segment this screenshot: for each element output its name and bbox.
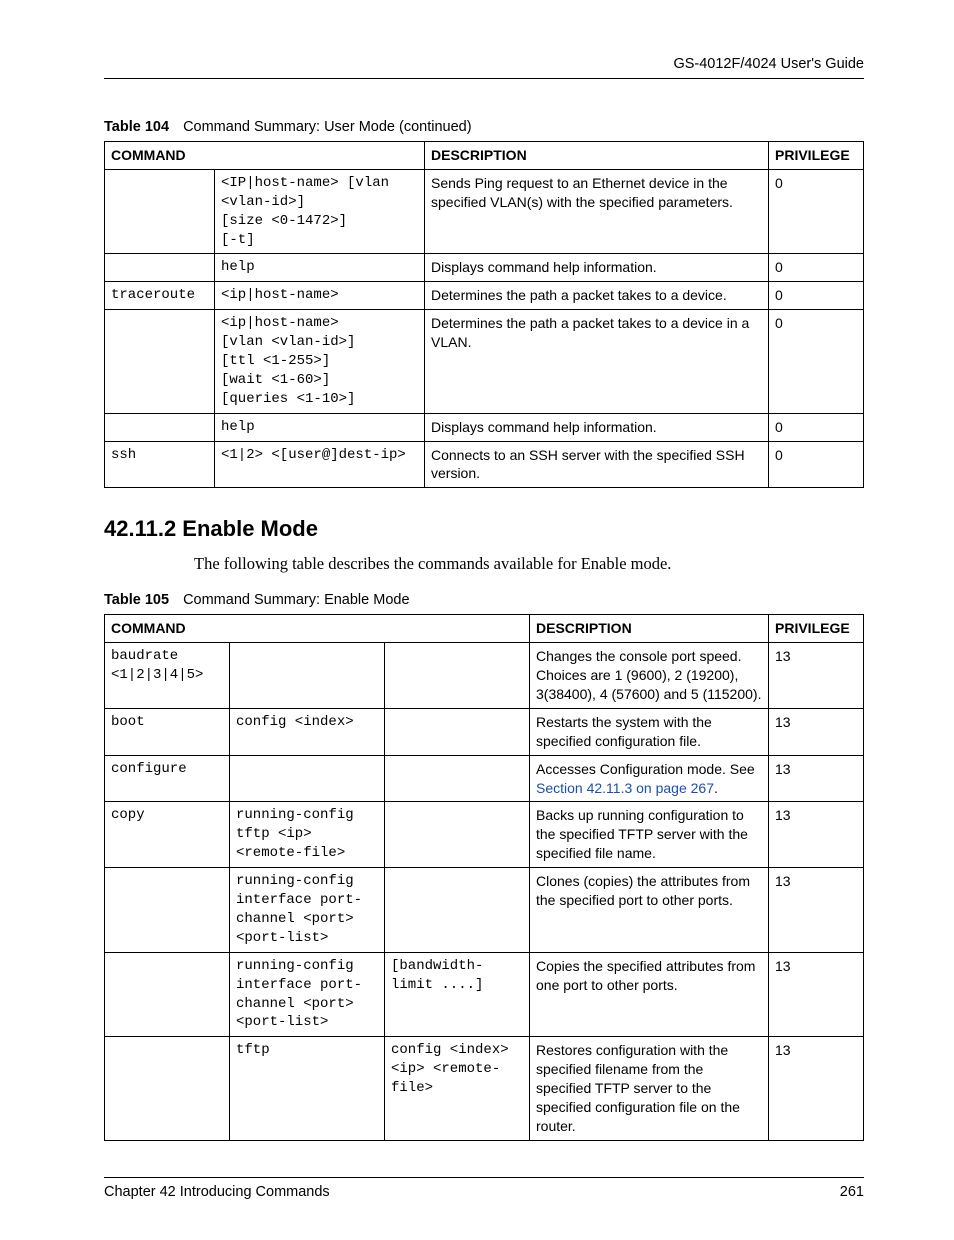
table104-label: Table 104 — [104, 119, 169, 135]
cmd-col2 — [230, 755, 385, 802]
cmd-col1: ssh — [105, 441, 215, 488]
cmd-col1 — [105, 868, 230, 953]
table-row: <ip|host-name> [vlan <vlan-id>] [ttl <1-… — [105, 310, 864, 413]
cmd-col1 — [105, 413, 215, 441]
table104-header-command: COMMAND — [105, 142, 425, 170]
footer: Chapter 42 Introducing Commands 261 — [104, 1177, 864, 1200]
cmd-desc: Determines the path a packet takes to a … — [425, 310, 769, 413]
table-row: baudrate <1|2|3|4|5> Changes the console… — [105, 643, 864, 709]
cmd-desc: Displays command help information. — [425, 413, 769, 441]
cmd-col3 — [385, 868, 530, 953]
cmd-desc: Displays command help information. — [425, 254, 769, 282]
cmd-col1: traceroute — [105, 282, 215, 310]
cmd-col1 — [105, 254, 215, 282]
cmd-priv: 13 — [769, 868, 864, 953]
cmd-col3 — [385, 708, 530, 755]
section-heading: 42.11.2 Enable Mode — [104, 516, 864, 542]
table104-caption: Table 104 Command Summary: User Mode (co… — [104, 119, 864, 135]
cmd-col2: running-config interface port-channel <p… — [230, 952, 385, 1037]
table-row: help Displays command help information. … — [105, 413, 864, 441]
cmd-priv: 13 — [769, 802, 864, 868]
table-row: boot config <index> Restarts the system … — [105, 708, 864, 755]
table-row: configure Accesses Configuration mode. S… — [105, 755, 864, 802]
cmd-col2: help — [215, 254, 425, 282]
cmd-desc: Backs up running configuration to the sp… — [530, 802, 769, 868]
table-row: running-config interface port-channel <p… — [105, 868, 864, 953]
cmd-priv: 13 — [769, 708, 864, 755]
cmd-col3 — [385, 755, 530, 802]
cmd-desc: Sends Ping request to an Ethernet device… — [425, 169, 769, 254]
cmd-col1: boot — [105, 708, 230, 755]
cmd-col2: help — [215, 413, 425, 441]
cmd-col1: baudrate <1|2|3|4|5> — [105, 643, 230, 709]
table105-caption: Table 105 Command Summary: Enable Mode — [104, 592, 864, 608]
cmd-col2: <1|2> <[user@]dest-ip> — [215, 441, 425, 488]
cmd-col2: <ip|host-name> — [215, 282, 425, 310]
cmd-desc: Determines the path a packet takes to a … — [425, 282, 769, 310]
cmd-priv: 0 — [769, 413, 864, 441]
table105-caption-text: Command Summary: Enable Mode — [183, 592, 409, 608]
table-row: help Displays command help information. … — [105, 254, 864, 282]
footer-chapter: Chapter 42 Introducing Commands — [104, 1184, 330, 1200]
cmd-desc: Restarts the system with the specified c… — [530, 708, 769, 755]
cmd-desc: Connects to an SSH server with the speci… — [425, 441, 769, 488]
table-row: <IP|host-name> [vlan <vlan-id>] [size <0… — [105, 169, 864, 254]
cmd-priv: 0 — [769, 441, 864, 488]
cmd-col2: running-config tftp <ip> <remote-file> — [230, 802, 385, 868]
table-row: copy running-config tftp <ip> <remote-fi… — [105, 802, 864, 868]
cmd-col2: <IP|host-name> [vlan <vlan-id>] [size <0… — [215, 169, 425, 254]
cmd-priv: 0 — [769, 282, 864, 310]
cmd-col1 — [105, 169, 215, 254]
cmd-col1: copy — [105, 802, 230, 868]
cmd-col3 — [385, 802, 530, 868]
cmd-col1 — [105, 952, 230, 1037]
table105-header-description: DESCRIPTION — [530, 615, 769, 643]
table-row: running-config interface port-channel <p… — [105, 952, 864, 1037]
table104-caption-text: Command Summary: User Mode (continued) — [183, 119, 472, 135]
table105-label: Table 105 — [104, 592, 169, 608]
header-rule — [104, 78, 864, 79]
table104-header-privilege: PRIVILEGE — [769, 142, 864, 170]
cross-ref-link[interactable]: Section 42.11.3 on page 267 — [536, 780, 714, 796]
table105-header-privilege: PRIVILEGE — [769, 615, 864, 643]
table105-header-command: COMMAND — [105, 615, 530, 643]
cmd-desc: Copies the specified attributes from one… — [530, 952, 769, 1037]
cmd-col3: config <index> <ip> <remote-file> — [385, 1037, 530, 1140]
cmd-col2: running-config interface port-channel <p… — [230, 868, 385, 953]
footer-rule — [104, 1177, 864, 1178]
page: GS-4012F/4024 User's Guide Table 104 Com… — [0, 0, 954, 1240]
doc-title: GS-4012F/4024 User's Guide — [104, 56, 864, 72]
cmd-col2 — [230, 643, 385, 709]
section-body: The following table describes the comman… — [194, 554, 864, 574]
table-row: traceroute <ip|host-name> Determines the… — [105, 282, 864, 310]
table105-header-row: COMMAND DESCRIPTION PRIVILEGE — [105, 615, 864, 643]
table-row: ssh <1|2> <[user@]dest-ip> Connects to a… — [105, 441, 864, 488]
table104: COMMAND DESCRIPTION PRIVILEGE <IP|host-n… — [104, 141, 864, 488]
cmd-col3 — [385, 643, 530, 709]
cmd-desc: Restores configuration with the specifie… — [530, 1037, 769, 1140]
cmd-col2: <ip|host-name> [vlan <vlan-id>] [ttl <1-… — [215, 310, 425, 413]
cmd-col1 — [105, 310, 215, 413]
cmd-desc: Changes the console port speed. Choices … — [530, 643, 769, 709]
cmd-col1 — [105, 1037, 230, 1140]
cmd-desc: Accesses Configuration mode. See Section… — [530, 755, 769, 802]
cmd-col3: [bandwidth-limit ....] — [385, 952, 530, 1037]
table105: COMMAND DESCRIPTION PRIVILEGE baudrate <… — [104, 614, 864, 1140]
cmd-priv: 0 — [769, 310, 864, 413]
cmd-priv: 13 — [769, 952, 864, 1037]
table104-header-description: DESCRIPTION — [425, 142, 769, 170]
table-row: tftp config <index> <ip> <remote-file> R… — [105, 1037, 864, 1140]
cmd-col1: configure — [105, 755, 230, 802]
cmd-col2: tftp — [230, 1037, 385, 1140]
cmd-priv: 13 — [769, 1037, 864, 1140]
cmd-desc: Clones (copies) the attributes from the … — [530, 868, 769, 953]
cmd-priv: 13 — [769, 643, 864, 709]
cmd-col2: config <index> — [230, 708, 385, 755]
cmd-priv: 13 — [769, 755, 864, 802]
cmd-priv: 0 — [769, 169, 864, 254]
cmd-priv: 0 — [769, 254, 864, 282]
table104-header-row: COMMAND DESCRIPTION PRIVILEGE — [105, 142, 864, 170]
footer-page-number: 261 — [840, 1184, 864, 1200]
